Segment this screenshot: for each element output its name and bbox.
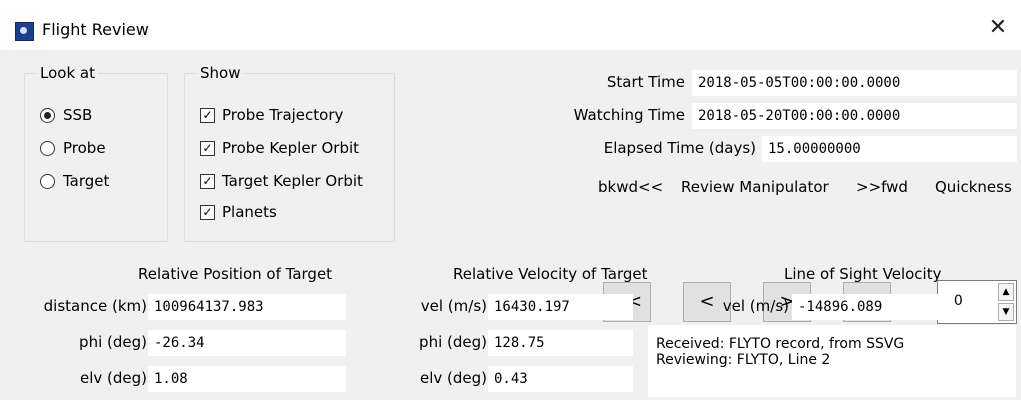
los-vel-label: vel (m/s)	[722, 297, 789, 315]
velocity-phi-label: phi (deg)	[419, 333, 487, 351]
look-at-group	[24, 73, 168, 242]
check-probe-trajectory-label: Probe Trajectory	[222, 106, 344, 124]
elapsed-time-label: Elapsed Time (days)	[603, 139, 756, 157]
show-legend: Show	[197, 64, 244, 82]
position-header: Relative Position of Target	[138, 265, 333, 283]
velocity-vel-field[interactable]: 16430.197	[488, 294, 633, 320]
velocity-header: Relative Velocity of Target	[453, 265, 648, 283]
radio-probe-indicator[interactable]	[40, 141, 55, 156]
review-manipulator-label: Review Manipulator	[681, 178, 829, 196]
check-probe-trajectory-box[interactable]: ✓	[200, 108, 215, 123]
check-planets-box[interactable]: ✓	[200, 205, 215, 220]
position-phi-label: phi (deg)	[79, 333, 147, 351]
fwd-label: >>fwd	[856, 178, 908, 196]
quickness-label: Quickness	[935, 178, 1012, 196]
look-at-legend: Look at	[37, 64, 98, 82]
radio-ssb[interactable]: SSB	[40, 106, 92, 124]
radio-ssb-indicator[interactable]	[40, 108, 55, 123]
velocity-vel-label: vel (m/s)	[420, 297, 487, 315]
check-probe-kepler[interactable]: ✓ Probe Kepler Orbit	[200, 139, 359, 157]
status-line-1: Received: FLYTO record, from SSVG	[656, 336, 905, 352]
radio-target-label: Target	[63, 172, 110, 190]
check-probe-kepler-box[interactable]: ✓	[200, 141, 215, 156]
app-icon	[15, 22, 34, 41]
position-elv-field[interactable]: 1.08	[148, 366, 346, 392]
watching-time-field[interactable]: 2018-05-20T00:00:00.0000	[692, 103, 1017, 129]
watching-time-label: Watching Time	[573, 106, 685, 124]
start-time-field[interactable]: 2018-05-05T00:00:00.0000	[692, 70, 1017, 96]
elapsed-time-field[interactable]: 15.00000000	[762, 136, 1017, 162]
status-message-box: Received: FLYTO record, from SSVG Review…	[648, 325, 1016, 397]
status-line-2: Reviewing: FLYTO, Line 2	[656, 352, 831, 368]
radio-ssb-label: SSB	[63, 106, 93, 124]
radio-target[interactable]: Target	[40, 172, 109, 190]
check-planets-label: Planets	[222, 203, 277, 221]
title-bar: Flight Review ✕	[0, 0, 1021, 50]
radio-target-indicator[interactable]	[40, 174, 55, 189]
check-target-kepler[interactable]: ✓ Target Kepler Orbit	[200, 172, 363, 190]
velocity-phi-field[interactable]: 128.75	[488, 330, 633, 356]
bkwd-label: bkwd<<	[598, 178, 664, 196]
los-header: Line of Sight Velocity	[784, 265, 942, 283]
radio-probe-label: Probe	[63, 139, 106, 157]
check-probe-kepler-label: Probe Kepler Orbit	[222, 139, 360, 157]
los-vel-field[interactable]: -14896.089	[792, 294, 954, 320]
check-planets[interactable]: ✓ Planets	[200, 203, 277, 221]
spin-up-arrow-icon[interactable]: ▲	[998, 283, 1014, 301]
check-target-kepler-label: Target Kepler Orbit	[222, 172, 363, 190]
check-probe-trajectory[interactable]: ✓ Probe Trajectory	[200, 106, 343, 124]
distance-label: distance (km)	[43, 297, 147, 315]
position-phi-field[interactable]: -26.34	[148, 330, 346, 356]
check-target-kepler-box[interactable]: ✓	[200, 174, 215, 189]
distance-field[interactable]: 100964137.983	[148, 294, 346, 320]
start-time-label: Start Time	[606, 73, 685, 91]
velocity-elv-field[interactable]: 0.43	[488, 366, 633, 392]
radio-probe[interactable]: Probe	[40, 139, 106, 157]
position-elv-label: elv (deg)	[79, 369, 147, 387]
close-button[interactable]: ✕	[975, 0, 1021, 50]
velocity-elv-label: elv (deg)	[419, 369, 487, 387]
window-title: Flight Review	[42, 20, 149, 39]
spin-down-arrow-icon[interactable]: ▼	[998, 303, 1014, 321]
